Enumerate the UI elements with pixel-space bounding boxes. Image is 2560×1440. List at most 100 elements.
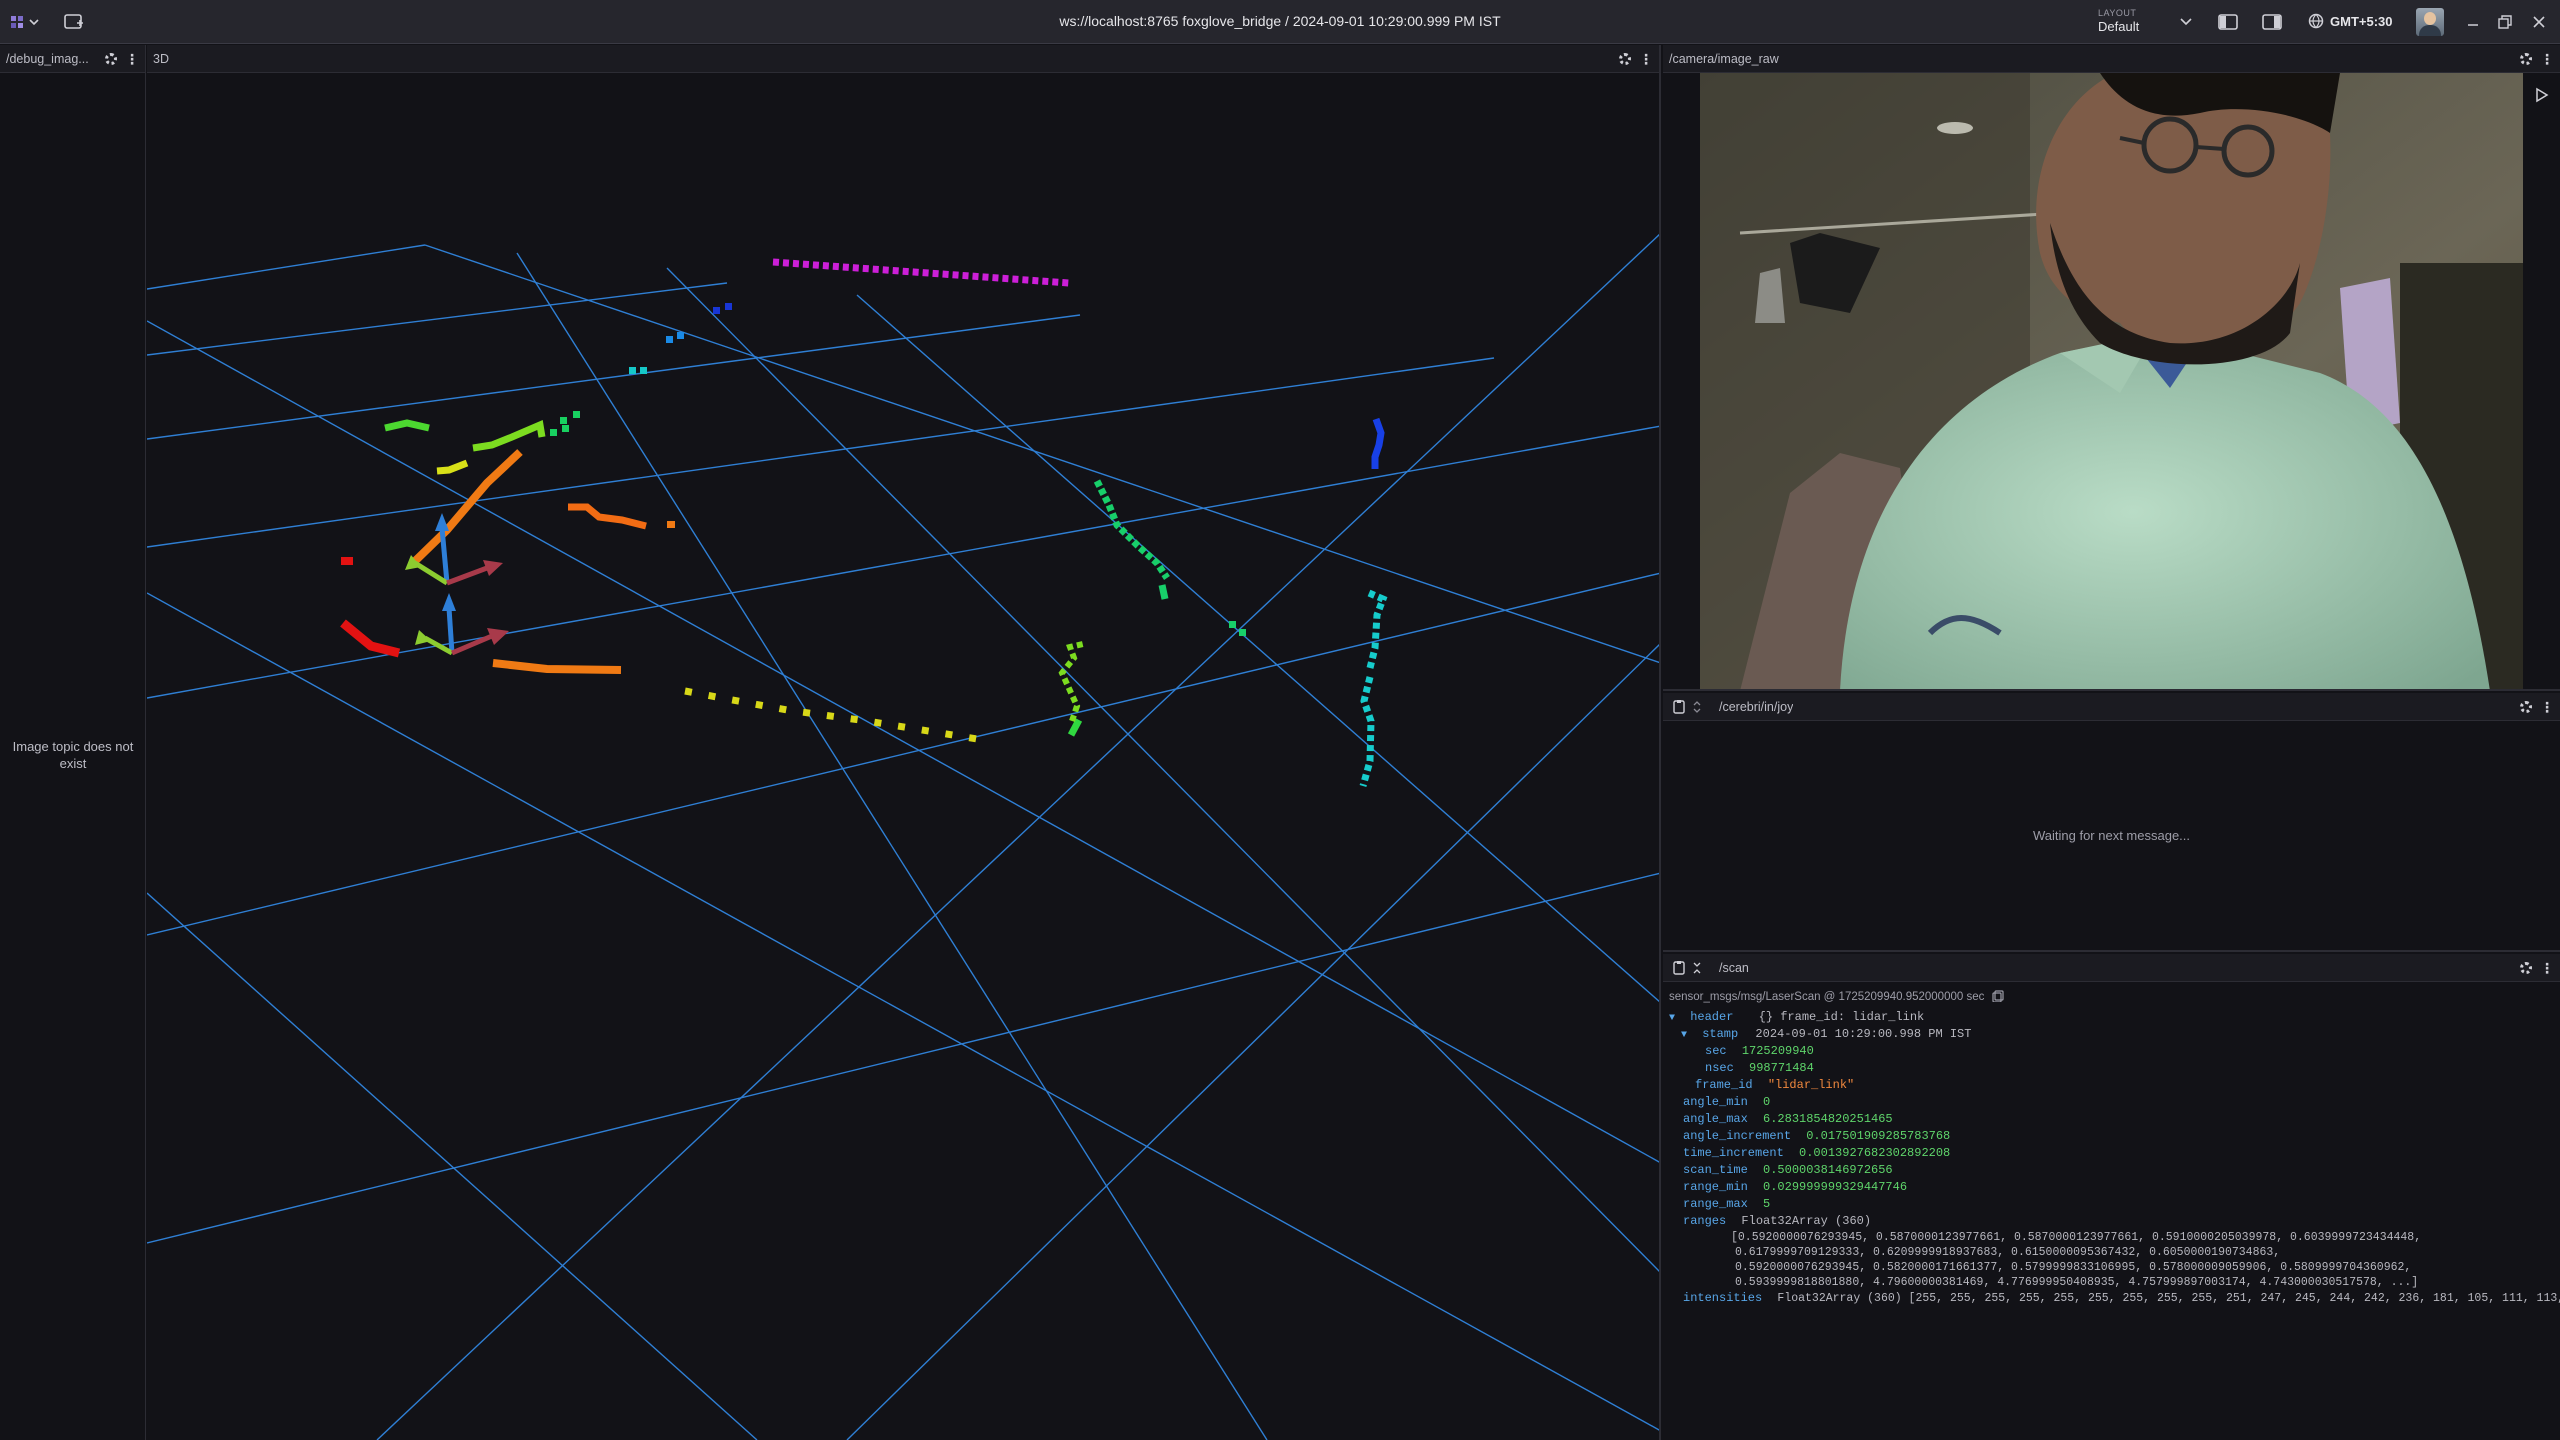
more-vertical-icon[interactable]: ⋮ bbox=[2540, 700, 2554, 714]
panel-title[interactable]: /camera/image_raw bbox=[1663, 52, 1779, 66]
tree-row-angle-increment: angle_increment 0.017501909285783768 bbox=[1669, 1128, 2554, 1145]
scan-segment-magenta bbox=[772, 258, 1070, 287]
ground-grid bbox=[147, 233, 1659, 1440]
ranges-values-line: 0.6179999709129333, 0.6209999918937683, … bbox=[1735, 1246, 2281, 1259]
scan-segment-orange-near bbox=[492, 659, 622, 674]
cursor-icon bbox=[2536, 87, 2549, 103]
top-bar: ws://localhost:8765 foxglove_bridge / 20… bbox=[0, 0, 2560, 44]
three-d-panel: 3D ⋮ bbox=[147, 45, 1661, 1440]
clipboard-icon[interactable] bbox=[1671, 699, 1687, 715]
debug-image-message: Image topic does not exist bbox=[12, 739, 134, 771]
message-type-text: sensor_msgs/msg/LaserScan @ 1725209940.9… bbox=[1669, 991, 1985, 1003]
scan-segment-green-right bbox=[1093, 479, 1170, 580]
scan-segment-green-near bbox=[1067, 718, 1083, 737]
more-vertical-icon[interactable]: ⋮ bbox=[125, 52, 139, 66]
tree-row-stamp[interactable]: ▼ stamp 2024-09-01 10:29:00.998 PM IST bbox=[1669, 1026, 2554, 1043]
gear-icon[interactable] bbox=[1619, 53, 1631, 65]
field-key: angle_min bbox=[1683, 1095, 1748, 1109]
user-avatar[interactable] bbox=[2416, 8, 2444, 36]
field-key: angle_max bbox=[1683, 1112, 1748, 1126]
left-sidebar-toggle[interactable] bbox=[2214, 8, 2242, 36]
expand-triangle-icon[interactable]: ▼ bbox=[1681, 1027, 1691, 1044]
scan-segment-green-stub bbox=[1158, 584, 1169, 600]
app-menu-button[interactable] bbox=[8, 8, 42, 36]
clipboard-icon[interactable] bbox=[1671, 960, 1687, 976]
right-sidebar-toggle[interactable] bbox=[2258, 8, 2286, 36]
scan-segment-green-far bbox=[550, 411, 580, 436]
tree-row-ranges[interactable]: ranges Float32Array (360) bbox=[1669, 1213, 2554, 1230]
ranges-values-line: [0.5920000076293945, 0.5870000123977661,… bbox=[1731, 1231, 2422, 1244]
maximize-button[interactable] bbox=[2494, 8, 2516, 36]
tree-row-frame-id: frame_id "lidar_link" bbox=[1669, 1077, 2554, 1094]
panel-header: 3D ⋮ bbox=[147, 45, 1659, 73]
field-key: scan_time bbox=[1683, 1163, 1748, 1177]
field-key: frame_id bbox=[1695, 1078, 1753, 1092]
scan-segment-yellow-near bbox=[436, 459, 469, 475]
gear-icon[interactable] bbox=[105, 53, 117, 65]
field-value: "lidar_link" bbox=[1767, 1078, 1855, 1092]
gear-icon[interactable] bbox=[2520, 962, 2532, 974]
more-vertical-icon[interactable]: ⋮ bbox=[2540, 52, 2554, 66]
more-vertical-icon[interactable]: ⋮ bbox=[1639, 52, 1653, 66]
expand-triangle-icon[interactable]: ▼ bbox=[1669, 1010, 1679, 1027]
close-window-button[interactable] bbox=[2528, 8, 2550, 36]
tree-row-range-min: range_min 0.029999999329447746 bbox=[1669, 1179, 2554, 1196]
panel-title[interactable]: 3D bbox=[147, 52, 169, 66]
globe-icon bbox=[2308, 13, 2324, 29]
field-value: 0.5000038146972656 bbox=[1763, 1163, 1893, 1177]
close-icon bbox=[2533, 16, 2545, 28]
field-value: 0 bbox=[1763, 1095, 1771, 1109]
field-summary: Float32Array (360) [255, 255, 255, 255, … bbox=[1777, 1292, 2560, 1305]
layout-selector[interactable]: LAYOUT Default bbox=[2098, 8, 2178, 38]
more-vertical-icon[interactable]: ⋮ bbox=[2540, 961, 2554, 975]
layout-caption: LAYOUT bbox=[2098, 8, 2137, 18]
scan-raw-messages-panel: /scan ⋮ sensor_msgs/msg/LaserScan @ 1725… bbox=[1663, 954, 2560, 1440]
layout-value: Default bbox=[2098, 19, 2140, 34]
scan-segment-red bbox=[340, 619, 401, 658]
panel-header: /debug_imag... ⋮ bbox=[0, 45, 145, 73]
minimize-button[interactable] bbox=[2462, 8, 2484, 36]
joy-panel: /cerebri/in/joy ⋮ Waiting for next messa… bbox=[1663, 693, 2560, 952]
field-key: stamp bbox=[1702, 1027, 1739, 1041]
minimize-icon bbox=[2468, 24, 2478, 26]
scan-segment-cyan bbox=[1359, 676, 1375, 787]
field-key: time_increment bbox=[1683, 1146, 1784, 1160]
tree-row-intensities[interactable]: intensities Float32Array (360) [255, 255… bbox=[1669, 1290, 2560, 1307]
panel-title[interactable]: /scan bbox=[1703, 961, 1749, 975]
camera-play-button[interactable] bbox=[2534, 87, 2550, 103]
message-tree: sensor_msgs/msg/LaserScan @ 1725209940.9… bbox=[1663, 982, 2560, 1440]
panel-header: /scan ⋮ bbox=[1663, 954, 2560, 982]
tree-row-header[interactable]: ▼ header {} frame_id: lidar_link bbox=[1669, 1009, 2554, 1026]
scan-segment-lime-2 bbox=[472, 420, 546, 452]
layout-dropdown-button[interactable] bbox=[2176, 8, 2196, 36]
panel-title[interactable]: /debug_imag... bbox=[0, 52, 89, 66]
field-value: 2024-09-01 10:29:00.998 PM IST bbox=[1755, 1027, 1972, 1041]
chevron-down-icon bbox=[2180, 18, 2192, 26]
scan-segment-lime-3 bbox=[1058, 641, 1084, 722]
laser-scan-points bbox=[340, 258, 1388, 787]
scan-segment-orange-diag bbox=[408, 449, 523, 568]
add-panel-button[interactable] bbox=[60, 8, 88, 36]
tree-row-time-increment: time_increment 0.0013927682302892208 bbox=[1669, 1145, 2554, 1162]
gear-icon[interactable] bbox=[2520, 53, 2532, 65]
foxglove-logo-icon bbox=[11, 16, 39, 28]
tf-axes bbox=[405, 513, 509, 656]
timezone-selector[interactable]: GMT+5:30 bbox=[2308, 13, 2393, 29]
right-sidebar-icon bbox=[2262, 14, 2282, 30]
foxglove-app: ws://localhost:8765 foxglove_bridge / 20… bbox=[0, 0, 2560, 1440]
scan-segment-cyan-upper bbox=[1366, 589, 1388, 669]
ranges-values-line: 0.5939999818801880, 4.79600000381469, 4.… bbox=[1735, 1276, 2419, 1289]
scan-segment-lightblue bbox=[666, 332, 684, 343]
tree-row-sec: sec 1725209940 bbox=[1669, 1043, 2554, 1060]
collapse-arrows-icon[interactable] bbox=[1691, 960, 1703, 976]
sort-arrows-icon[interactable] bbox=[1691, 699, 1703, 715]
field-key: angle_increment bbox=[1683, 1129, 1792, 1143]
gear-icon[interactable] bbox=[2520, 701, 2532, 713]
panel-header: /camera/image_raw ⋮ bbox=[1663, 45, 2560, 73]
field-value: 1725209940 bbox=[1741, 1044, 1814, 1058]
copy-icon[interactable] bbox=[1991, 990, 2004, 1002]
panel-title[interactable]: /cerebri/in/joy bbox=[1703, 700, 1793, 714]
three-d-viewport[interactable] bbox=[147, 73, 1661, 1440]
field-key: sec bbox=[1705, 1044, 1727, 1058]
camera-image[interactable] bbox=[1700, 73, 2523, 689]
